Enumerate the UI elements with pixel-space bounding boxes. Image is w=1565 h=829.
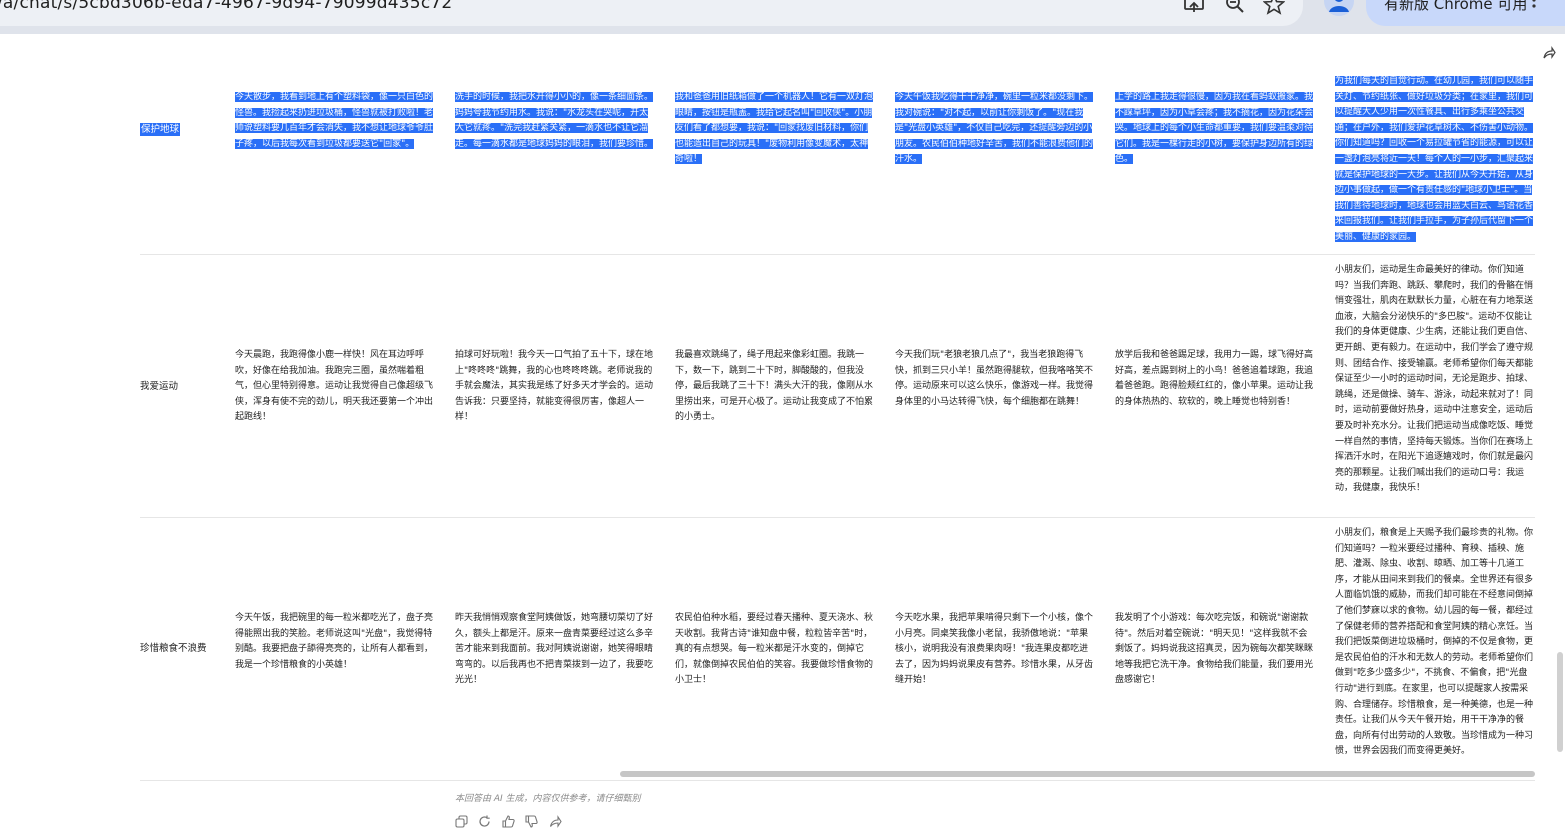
table-cell: 今天散步，我看到地上有个塑料袋，像一只白色的怪兽。我捡起来扔进垃圾桶，怪兽就被打… (235, 92, 434, 149)
regenerate-icon[interactable] (478, 815, 491, 828)
table-row: 我爱运动 今天晨跑，我跑得像小鹿一样快！风在耳边呼呼吹，好像在给我加油。我跑完三… (140, 255, 1535, 518)
table-cell: 农民伯伯种水稻，要经过春天播种、夏天浇水、秋天收割。我背古诗"谁知盘中餐，粒粒皆… (675, 613, 874, 686)
ai-disclaimer: 本回答由 AI 生成，内容仅供参考，请仔细甄别 (455, 794, 641, 804)
profile-icon[interactable] (1324, 0, 1354, 16)
table-cell: 今天我们玩"老狼老狼几点了"，我当老狼跑得飞快，抓到三只小羊！虽然跑得腿软，但我… (895, 350, 1094, 407)
chrome-update-button[interactable]: 有新版 Chrome 可用 (1366, 0, 1565, 26)
address-bar[interactable]: /a/chat/s/5cbd306b-eda7-4967-9d94-79099d… (0, 0, 1303, 26)
table-cell: 我最喜欢跳绳了，绳子甩起来像彩虹圈。我跳一下，数一下，跳到二十下时，脚酸酸的，但… (675, 350, 874, 423)
table-cell: 今天晨跑，我跑得像小鹿一样快！风在耳边呼呼吹，好像在给我加油。我跑完三圈，虽然喘… (235, 350, 434, 423)
table-cell: 放学后我和爸爸踢足球，我用力一踢，球飞得好高好高，差点踢到树上的小鸟！爸爸追着球… (1115, 350, 1314, 407)
star-icon[interactable] (1263, 0, 1285, 16)
table-cell: 上学的路上我走得很慢，因为我在看蚂蚁搬家。我不踩草坪，因为小草会疼；我不摘花，因… (1115, 92, 1314, 165)
zoom-icon[interactable] (1224, 0, 1246, 16)
thumbs-down-icon[interactable] (525, 815, 538, 828)
table-cell: 我发明了个小游戏：每次吃完饭，和碗说"谢谢款待"。然后对着空碗说："明天见！"这… (1115, 613, 1314, 686)
vertical-scrollbar[interactable] (1557, 652, 1563, 752)
thumbs-up-icon[interactable] (502, 815, 515, 828)
table-row: 珍惜粮食不浪费 今天午饭，我把碗里的每一粒米都吃光了，盘子亮得能照出我的笑脸。老… (140, 518, 1535, 781)
table-cell: 昨天我悄悄观察食堂阿姨做饭，她弯腰切菜切了好久，额头上都是汗。原来一盘青菜要经过… (455, 613, 654, 686)
share-icon[interactable] (1542, 46, 1556, 60)
more-vert-icon[interactable] (1532, 0, 1536, 9)
row-label: 我爱运动 (140, 381, 179, 392)
row-label: 保护地球 (140, 123, 181, 136)
copy-icon[interactable] (455, 815, 468, 828)
table-cell: 为我们每天的自觉行动。在幼儿园，我们可以随手关灯、节约纸张、做好垃圾分类；在家里… (1335, 76, 1534, 242)
horizontal-scrollbar[interactable] (620, 771, 1535, 777)
url-text[interactable]: /a/chat/s/5cbd306b-eda7-4967-9d94-79099d… (0, 0, 452, 13)
screen-cast-icon[interactable] (1183, 0, 1205, 16)
table-cell: 小朋友们，运动是生命最美好的律动。你们知道吗？当我们奔跑、跳跃、攀爬时，我们的骨… (1335, 265, 1534, 494)
table-cell: 今天午饭，我把碗里的每一粒米都吃光了，盘子亮得能照出我的笑脸。老师说这叫"光盘"… (235, 613, 434, 670)
table-row: 保护地球 今天散步，我看到地上有个塑料袋，像一只白色的怪兽。我捡起来扔进垃圾桶，… (140, 36, 1535, 255)
table-cell: 今天午饭我吃得干干净净，碗里一粒米都没剩下。我对碗说："对不起，以前让你剩饭了。… (895, 92, 1094, 165)
table-cell: 今天吃水果，我把苹果啃得只剩下一个小核，像个小月亮。同桌笑我像小老鼠，我骄傲地说… (895, 613, 1094, 686)
update-label: 有新版 Chrome 可用 (1384, 0, 1528, 13)
table-cell: 小朋友们，粮食是上天赐予我们最珍贵的礼物。你们知道吗？一粒米要经过播种、育秧、插… (1335, 528, 1534, 757)
browser-toolbar: /a/chat/s/5cbd306b-eda7-4967-9d94-79099d… (0, 0, 1565, 34)
share-answer-icon[interactable] (549, 815, 562, 828)
table-cell: 拍球可好玩啦！我今天一口气拍了五十下，球在地上"咚咚咚"跳舞，我的心也咚咚咚跳。… (455, 350, 654, 423)
table-cell: 我和爸爸用旧纸箱做了一个机器人！它有一双灯泡眼睛，按钮是瓶盖。我给它起名叫"回收… (675, 92, 874, 165)
table-cell: 洗手的时候，我把水开得小小的，像一条细面条。妈妈夸我节约用水。我说："水龙头在哭… (455, 92, 654, 149)
row-label: 珍惜粮食不浪费 (140, 643, 207, 654)
